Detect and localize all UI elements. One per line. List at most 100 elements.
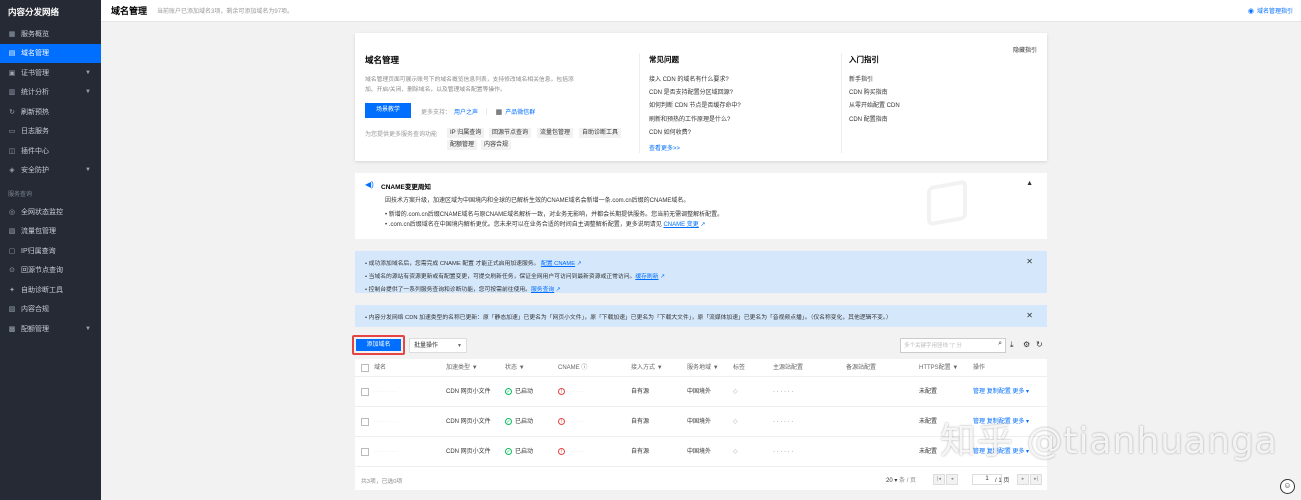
guide-link[interactable]: ◉ 域名管理指引 [1248, 6, 1293, 16]
sidebar-item[interactable]: ▥ 统计分析 ▼ [0, 83, 101, 103]
sidebar-item[interactable]: ▩ 配额管理 ▼ [0, 319, 101, 339]
sidebar-item[interactable]: ▨ 内容合规 [0, 300, 101, 320]
row-checkbox[interactable] [361, 418, 369, 426]
chevron-down-icon: ▾ [894, 478, 898, 484]
domain-cell[interactable]: · · · · · · · · [374, 407, 397, 437]
chip-diagnose-tool[interactable]: 自助诊断工具 [579, 128, 622, 138]
tag-icon[interactable]: ◇ [733, 377, 738, 407]
faq-item[interactable]: CDN 是否支持配置分区域回源? [649, 87, 733, 96]
close-icon[interactable]: ✕ [1026, 257, 1033, 266]
cname-cell: ! · · · · · · [558, 407, 584, 437]
more-link[interactable]: 更多 [1012, 389, 1024, 395]
select-all-checkbox[interactable] [361, 364, 369, 372]
col-type[interactable]: 加速类型 ▼ [446, 359, 478, 377]
domain-cell[interactable]: · · · · · · · · [374, 377, 397, 407]
sidebar-item[interactable]: ◎ 全网状态监控 [0, 202, 101, 222]
nav-group-label: 服务查询 [8, 192, 33, 198]
next-page-button[interactable]: ▸ [1017, 474, 1029, 485]
add-domain-button[interactable]: 添加域名 [356, 339, 401, 351]
row-checkbox[interactable] [361, 448, 369, 456]
sidebar-item[interactable]: ▤ 域名管理 [0, 43, 101, 63]
scene-tutorial-button[interactable]: 场景教学 [365, 103, 411, 118]
compliance-icon: ▨ [8, 306, 16, 314]
external-link-icon: ↗ [700, 222, 706, 228]
top-bar: 域名管理 当前账户已添加域名3项，剩余可添加域名为97项。 ◉ 域名管理指引 [101, 0, 1301, 22]
gear-icon[interactable]: ⚙ [1023, 340, 1030, 349]
support-label: 更多支持： [421, 110, 452, 116]
cname-text: · · · · · · [566, 419, 584, 425]
alert-line: • 成功添加域名后，您需完成 CNAME 配置 才能正式启用加速服务。 配置 C… [365, 261, 582, 267]
faq-item[interactable]: 接入 CDN 的域名有什么要求? [649, 74, 729, 83]
sidebar-item[interactable]: ◫ 插件中心 [0, 141, 101, 161]
faq-item[interactable]: 如何判断 CDN 节点是否缓存命中? [649, 100, 741, 109]
type-cell: CDN 网页小文件 [446, 389, 491, 395]
config-cname-link[interactable]: 配置 CNAME [541, 261, 575, 267]
region-cell: 中国境外 [687, 419, 712, 425]
page-title: 域名管理 [111, 6, 148, 16]
warning-icon[interactable]: ! [558, 387, 565, 395]
warning-icon[interactable]: ! [558, 417, 565, 425]
col-access[interactable]: 接入方式 ▼ [631, 359, 663, 377]
notice-bullet-text: .com.cn后缀域名在中国境内解析更优。您未来可以在业务合适的时间自主调整解析… [388, 222, 662, 228]
notice-bullet: • .com.cn后缀域名在中国境内解析更优。您未来可以在业务合适的时间自主调整… [385, 222, 706, 228]
col-https[interactable]: HTTPS配置 ▼ [919, 359, 958, 377]
row-checkbox[interactable] [361, 388, 369, 396]
faq-item[interactable]: 刷新和预热的工作原理是什么? [649, 114, 730, 123]
chip-quota[interactable]: 配额管理 [447, 140, 478, 150]
bulk-actions-select[interactable]: 批量操作 ▼ [409, 338, 467, 353]
search-input[interactable] [901, 339, 986, 352]
download-icon[interactable]: ⤓ [1010, 340, 1014, 350]
sidebar-item[interactable]: ✦ 自助诊断工具 [0, 280, 101, 300]
cache-refresh-link[interactable]: 缓存刷新 [635, 274, 658, 280]
sidebar-item[interactable]: ▧ 流量包管理 [0, 222, 101, 242]
col-region[interactable]: 服务地域 ▼ [687, 359, 719, 377]
speaker-icon: ◀) [365, 180, 374, 189]
chip-ip-query[interactable]: IP 归属查询 [447, 128, 485, 138]
chip-compliance[interactable]: 内容合规 [481, 140, 512, 150]
wechat-group-link[interactable]: 产品微信群 [505, 107, 535, 116]
cname-change-link[interactable]: CNAME 变更 [663, 222, 698, 228]
hide-guide-button[interactable]: 隐藏指引 [1013, 45, 1037, 54]
prev-page-button[interactable]: ◂ [946, 474, 958, 485]
refresh-icon[interactable]: ↻ [1036, 340, 1043, 349]
chat-icon[interactable]: ☺ [1280, 479, 1295, 494]
domain-cell[interactable]: · · · · · · · · [374, 437, 397, 467]
faq-more-link[interactable]: 查看更多>> [649, 143, 680, 152]
sidebar-item[interactable]: ▣ 证书管理 ▼ [0, 63, 101, 83]
sidebar-item[interactable]: ↻ 刷新预热 [0, 102, 101, 122]
guide-item[interactable]: CDN 购买指南 [849, 87, 888, 96]
tag-icon[interactable]: ◇ [733, 437, 738, 467]
guide-item[interactable]: 从零开始配置 CDN [849, 100, 900, 109]
chip-traffic-package[interactable]: 流量包管理 [537, 128, 574, 138]
service-query-link[interactable]: 服务查询 [531, 287, 554, 293]
sidebar-item[interactable]: ⊙ 回源节点查询 [0, 261, 101, 281]
tag-icon[interactable]: ◇ [733, 407, 738, 437]
close-icon[interactable]: ✕ [1026, 311, 1033, 320]
filter-icon: ▼ [656, 365, 663, 371]
certificate-icon: ▣ [8, 69, 16, 77]
sidebar-item[interactable]: ▢ IP归属查询 [0, 241, 101, 261]
sidebar-item[interactable]: ▦ 服务概览 [0, 24, 101, 44]
search-icon[interactable]: ⌕ [998, 340, 1002, 348]
col-status[interactable]: 状态 ▼ [505, 359, 525, 377]
sidebar-item[interactable]: ◈ 安全防护 ▼ [0, 161, 101, 181]
copy-config-link[interactable]: 复制配置 [987, 389, 1011, 395]
faq-item[interactable]: CDN 如何收费? [649, 127, 691, 136]
chip-origin-node[interactable]: 回源节点查询 [489, 128, 532, 138]
last-page-button[interactable]: ▸| [1030, 474, 1042, 485]
domain-icon: ▤ [8, 50, 16, 58]
first-page-button[interactable]: |◂ [933, 474, 945, 485]
chevron-up-icon[interactable]: ▲ [1026, 180, 1033, 187]
page-size-select[interactable]: 20 ▾ 条 / 页 [886, 475, 916, 484]
sidebar-item-label: 自助诊断工具 [21, 286, 63, 294]
access-cell: 自有源 [631, 449, 650, 455]
sidebar-item[interactable]: ▭ 日志服务 [0, 122, 101, 142]
warning-icon[interactable]: ! [558, 447, 565, 455]
guide-item[interactable]: CDN 配置指南 [849, 114, 888, 123]
guide-item[interactable]: 新手指引 [849, 74, 873, 83]
sidebar-item-label: 回源节点查询 [21, 267, 63, 275]
info-icon[interactable]: ⓘ [581, 365, 587, 371]
user-voice-link[interactable]: 用户之声 [454, 107, 478, 116]
manage-link[interactable]: 管理 [973, 389, 985, 395]
guide-title: 入门指引 [849, 55, 879, 64]
